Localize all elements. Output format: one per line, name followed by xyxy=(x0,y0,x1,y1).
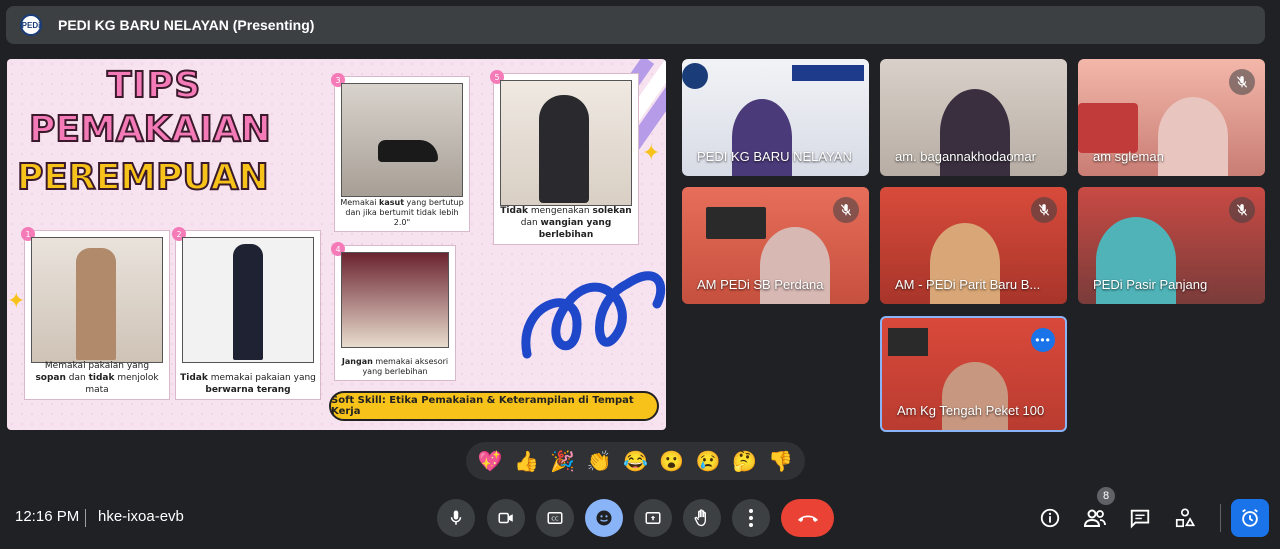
tip-photo xyxy=(500,80,632,206)
sparkle-icon: ✦ xyxy=(7,289,26,314)
slide-title-pemakaian: PEMAKAIAN xyxy=(28,108,272,151)
more-options-button[interactable] xyxy=(732,499,770,537)
tip-caption: Memakai pakaian yang sopan dan tidak men… xyxy=(35,361,159,395)
pedi-logo: PEDi xyxy=(20,14,42,36)
slide-title-perempuan: PEREMPUAN xyxy=(16,156,270,199)
participant-video xyxy=(1158,97,1228,176)
presentation-title: PEDI KG BARU NELAYAN (Presenting) xyxy=(58,17,315,33)
mic-off-icon xyxy=(1031,197,1057,223)
info-icon xyxy=(1040,508,1060,528)
chat-icon xyxy=(1130,509,1150,529)
tip-photo xyxy=(341,83,463,197)
footer-separator xyxy=(85,509,86,527)
participant-video xyxy=(942,362,1008,430)
svg-text:CC: CC xyxy=(551,516,559,522)
hang-up-icon xyxy=(797,515,818,522)
captions-button[interactable]: CC xyxy=(536,499,574,537)
timer-button[interactable] xyxy=(1231,499,1269,537)
people-count-badge: 8 xyxy=(1097,487,1115,505)
participant-tile-2[interactable]: am. bagannakhodaomar xyxy=(880,59,1067,176)
tip-photo xyxy=(31,237,163,363)
more-options-icon[interactable]: ••• xyxy=(1031,328,1055,352)
tip-card-2: 2 Tidak memakai pakaian yang berwarna te… xyxy=(172,227,321,400)
presenter-bar: PEDi PEDI KG BARU NELAYAN (Presenting) xyxy=(6,6,1265,44)
participant-name: am. bagannakhodaomar xyxy=(895,149,1036,164)
participant-video xyxy=(732,99,792,176)
reaction-sparkling-heart[interactable]: 💖 xyxy=(475,449,505,474)
tip-photo xyxy=(341,252,449,348)
people-button[interactable] xyxy=(1081,504,1109,532)
people-icon xyxy=(1083,509,1106,527)
tip-card-3: 3 Memakai kasut yang bertutup dan jika b… xyxy=(331,73,470,232)
reaction-thumbs-up[interactable]: 👍 xyxy=(511,449,541,474)
participant-name: Am Kg Tengah Peket 100 xyxy=(897,403,1045,418)
poster-banner xyxy=(792,65,864,81)
more-vert-icon xyxy=(749,509,753,527)
captions-icon: CC xyxy=(547,512,563,524)
tip-photo xyxy=(182,237,314,363)
reaction-surprised[interactable]: 😮 xyxy=(657,449,687,474)
reaction-party-popper[interactable]: 🎉 xyxy=(548,449,578,474)
alarm-clock-icon xyxy=(1242,508,1258,527)
sparkle-icon: ✦ xyxy=(642,141,661,166)
mic-off-icon xyxy=(1229,197,1255,223)
tip-card-1: 1 Memakai pakaian yang sopan dan tidak m… xyxy=(21,227,170,400)
soft-skill-banner: Soft Skill: Etika Pemakaian & Keterampil… xyxy=(329,391,659,421)
participant-name: am sgleman xyxy=(1093,149,1164,164)
participant-tile-4[interactable]: AM PEDi SB Perdana xyxy=(682,187,869,304)
smiley-icon xyxy=(596,510,612,526)
slide-title-tips: TIPS xyxy=(106,64,202,107)
reaction-crying[interactable]: 😢 xyxy=(693,449,723,474)
activities-button[interactable] xyxy=(1171,504,1199,532)
reactions-button[interactable] xyxy=(585,499,623,537)
tip-card-4: 4 Jangan memakai aksesori yang berlebiha… xyxy=(331,242,456,381)
camera-button[interactable] xyxy=(487,499,525,537)
chat-button[interactable] xyxy=(1126,504,1154,532)
microphone-button[interactable] xyxy=(437,499,475,537)
meeting-details-button[interactable] xyxy=(1036,504,1064,532)
tip-caption: Memakai kasut yang bertutup dan jika ber… xyxy=(340,198,464,227)
reaction-clapping[interactable]: 👏 xyxy=(584,449,614,474)
reactions-bar: 💖 👍 🎉 👏 😂 😮 😢 🤔 👎 xyxy=(466,442,805,480)
participant-name: AM - PEDi Parit Baru B... xyxy=(895,277,1041,292)
pedi-logo xyxy=(682,63,708,89)
activities-shapes-icon xyxy=(1175,508,1196,528)
reaction-thumbs-down[interactable]: 👎 xyxy=(766,449,796,474)
mic-icon xyxy=(450,510,462,525)
mic-off-icon xyxy=(833,197,859,223)
mic-off-icon xyxy=(1229,69,1255,95)
meeting-code: hke-ixoa-evb xyxy=(98,508,184,525)
participant-tile-5[interactable]: AM - PEDi Parit Baru B... xyxy=(880,187,1067,304)
participant-tile-7[interactable]: ••• Am Kg Tengah Peket 100 xyxy=(880,316,1067,432)
clock-time: 12:16 PM xyxy=(15,508,80,525)
tip-caption: Tidak mengenakan solekan dan wangian yan… xyxy=(500,206,632,240)
participant-tile-1[interactable]: PEDI KG BARU NELAYAN xyxy=(682,59,869,176)
participant-name: AM PEDi SB Perdana xyxy=(697,277,824,292)
toolbar-divider xyxy=(1220,504,1221,532)
presented-slide: TIPS PEMAKAIAN PEREMPUAN 1 Memakai pakai… xyxy=(7,59,666,430)
tip-caption: Jangan memakai aksesori yang berlebihan xyxy=(341,357,449,376)
participant-name: PEDI KG BARU NELAYAN xyxy=(697,149,852,164)
participant-video xyxy=(760,227,830,304)
reaction-laughing[interactable]: 😂 xyxy=(620,449,650,474)
present-button[interactable] xyxy=(634,499,672,537)
participant-name: PEDi Pasir Panjang xyxy=(1093,277,1208,292)
reaction-thinking[interactable]: 🤔 xyxy=(729,449,759,474)
camera-icon xyxy=(498,512,513,524)
leave-call-button[interactable] xyxy=(781,499,834,537)
tip-card-5: 5 Tidak mengenakan solekan dan wangian y… xyxy=(490,70,639,245)
participant-tile-6[interactable]: PEDi Pasir Panjang xyxy=(1078,187,1265,304)
hand-icon xyxy=(694,509,706,527)
raise-hand-button[interactable] xyxy=(683,499,721,537)
participant-tile-3[interactable]: am sgleman xyxy=(1078,59,1265,176)
decor-swirl xyxy=(521,271,666,359)
present-screen-icon xyxy=(645,512,661,524)
tip-caption: Tidak memakai pakaian yang berwarna tera… xyxy=(180,373,316,395)
